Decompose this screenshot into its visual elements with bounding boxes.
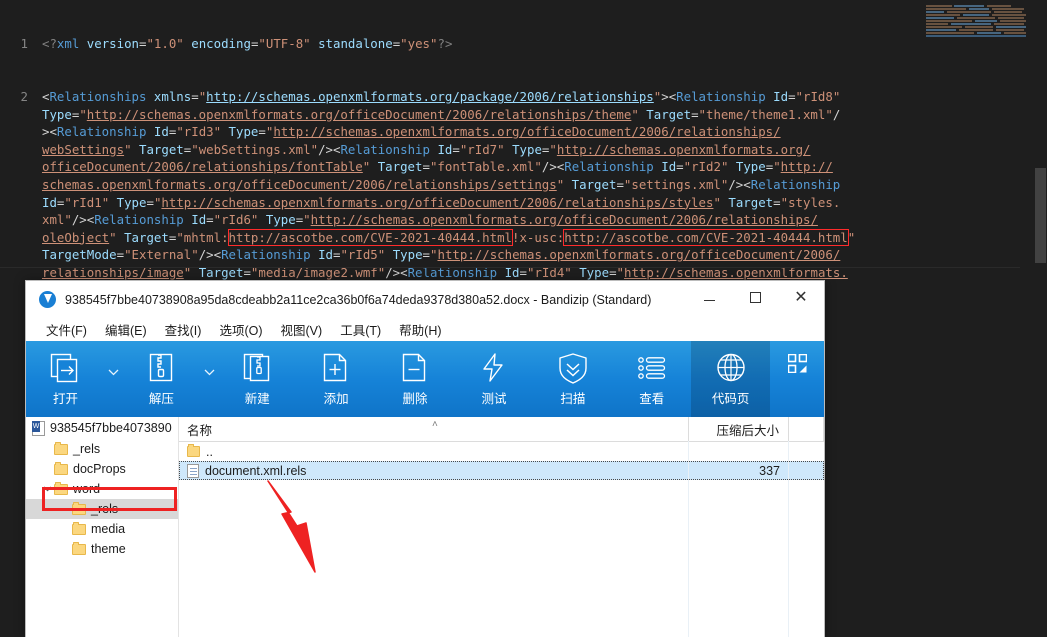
- toolbar-button-extract[interactable]: 解压: [122, 341, 201, 417]
- column-header-packed-size-label: 压缩后大小: [716, 423, 779, 438]
- close-icon: ✕: [794, 287, 808, 306]
- menu-view[interactable]: 视图(V): [273, 318, 331, 341]
- toolbar: 打开 解压 新建 添加 删除 测试 扫描 查看 代码页: [26, 341, 824, 417]
- menu-edit[interactable]: 编辑(E): [97, 318, 155, 341]
- docx-file-icon: [32, 420, 45, 436]
- tree-item-media[interactable]: media: [26, 519, 178, 539]
- editor-bottom-divider: [0, 267, 1020, 268]
- editor-scrollbar-thumb[interactable]: [1035, 168, 1046, 263]
- maximize-icon: [749, 291, 761, 303]
- toolbar-button-view[interactable]: 查看: [612, 341, 691, 417]
- chevron-down-icon: [108, 369, 119, 375]
- tree-item-label: theme: [91, 542, 126, 556]
- toolbar-label-test: 测试: [481, 392, 507, 406]
- tree-item-rels-root[interactable]: _rels: [26, 439, 178, 459]
- folder-icon: [72, 521, 86, 535]
- line-number: 1: [20, 36, 28, 52]
- highlighted-url-2: http://ascotbe.com/CVE-2021-40444.html: [563, 228, 849, 246]
- tree-root-label: 938545f7bbe4073890: [50, 421, 172, 435]
- column-header-packed-size[interactable]: 压缩后大小: [689, 417, 789, 441]
- chevron-down-icon: [204, 369, 215, 375]
- toolbar-label-scan: 扫描: [560, 392, 586, 406]
- menu-file[interactable]: 文件(F): [38, 318, 95, 341]
- folder-icon: [54, 461, 68, 475]
- test-icon: [483, 353, 503, 382]
- highlighted-url-1: http://ascotbe.com/CVE-2021-40444.html: [227, 228, 514, 246]
- folder-icon: [187, 444, 200, 457]
- list-item-label: ..: [206, 444, 213, 459]
- toolbar-label-extract: 解压: [148, 392, 174, 406]
- toolbar-button-test[interactable]: 测试: [455, 341, 534, 417]
- tree-item-theme[interactable]: theme: [26, 539, 178, 559]
- toolbar-label-open: 打开: [52, 392, 78, 406]
- code-row: 1 <?xml version="1.0" encoding="UTF-8" s…: [0, 35, 1020, 53]
- list-item-document-xml-rels[interactable]: document.xml.rels 337: [179, 461, 824, 480]
- list-item-label: document.xml.rels: [205, 463, 307, 478]
- open-icon: [51, 353, 78, 383]
- list-item-parent-folder[interactable]: ..: [179, 442, 824, 461]
- view-list-icon: [637, 357, 665, 379]
- window-title: 938545f7bbe40738908a95da8cdeabb2a11ce2ca…: [65, 292, 652, 307]
- menu-find[interactable]: 查找(I): [157, 318, 210, 341]
- menu-tools[interactable]: 工具(T): [332, 318, 389, 341]
- column-header-name[interactable]: 名称 ˄: [179, 417, 689, 441]
- menu-options[interactable]: 选项(O): [211, 318, 270, 341]
- folder-icon: [72, 541, 86, 555]
- tree-item-label: docProps: [73, 462, 126, 476]
- bandizip-window: 938545f7bbe40738908a95da8cdeabb2a11ce2ca…: [25, 280, 825, 637]
- toolbar-button-codepage[interactable]: 代码页: [691, 341, 771, 417]
- toolbar-label-view: 查看: [639, 392, 665, 406]
- toolbar-button-new[interactable]: 新建: [218, 341, 297, 417]
- tree-item-label: media: [91, 522, 126, 536]
- close-button[interactable]: ✕: [778, 281, 824, 313]
- menubar: 文件(F) 编辑(E) 查找(I) 选项(O) 视图(V) 工具(T) 帮助(H…: [26, 318, 824, 341]
- toolbar-button-open[interactable]: 打开: [26, 341, 105, 417]
- add-file-icon: [323, 353, 347, 382]
- xml-code-area[interactable]: 1 <?xml version="1.0" encoding="UTF-8" s…: [0, 0, 1020, 299]
- tree-root-item[interactable]: 938545f7bbe4073890: [26, 417, 178, 439]
- menu-help[interactable]: 帮助(H): [391, 318, 449, 341]
- file-list-header[interactable]: 名称 ˄ 压缩后大小: [179, 417, 824, 442]
- xml-file-icon: [187, 463, 199, 478]
- toolbar-label-delete: 删除: [402, 392, 428, 406]
- line-number: 2: [20, 88, 28, 104]
- toolbar-label-add: 添加: [323, 392, 349, 406]
- tree-item-label: _rels: [73, 442, 101, 456]
- window-content: 938545f7bbe4073890 _rels docProps word _…: [26, 417, 824, 637]
- file-list[interactable]: 名称 ˄ 压缩后大小 .. document.xml.rels 337: [179, 417, 824, 637]
- code-line-1: <?xml version="1.0" encoding="UTF-8" sta…: [42, 36, 453, 52]
- column-header-name-label: 名称: [187, 423, 213, 438]
- maximize-button[interactable]: [732, 281, 778, 313]
- new-archive-icon: [244, 353, 270, 382]
- extract-icon: [150, 353, 173, 382]
- tree-item-docprops[interactable]: docProps: [26, 459, 178, 479]
- tree-selection-highlight-box: [42, 487, 177, 511]
- minimize-icon: [703, 300, 715, 301]
- folder-tree[interactable]: 938545f7bbe4073890 _rels docProps word _…: [26, 417, 179, 637]
- window-titlebar[interactable]: 938545f7bbe40738908a95da8cdeabb2a11ce2ca…: [26, 281, 824, 318]
- open-dropdown-caret[interactable]: [105, 341, 122, 417]
- toolbar-layout-button[interactable]: [770, 341, 824, 417]
- scan-shield-icon: [559, 353, 587, 384]
- toolbar-button-scan[interactable]: 扫描: [533, 341, 612, 417]
- extract-dropdown-caret[interactable]: [201, 341, 218, 417]
- folder-icon: [54, 441, 68, 455]
- list-item-size-cell: 337: [759, 463, 780, 478]
- bandizip-icon: [39, 291, 56, 308]
- minimize-button[interactable]: [686, 281, 732, 313]
- toolbar-label-new: 新建: [244, 392, 270, 406]
- globe-icon: [716, 353, 745, 382]
- column-header-filler: [789, 417, 824, 441]
- layout-grid-icon: [787, 354, 807, 373]
- minimap-icon[interactable]: [924, 4, 1034, 52]
- editor-scrollbar-track[interactable]: [1034, 0, 1047, 268]
- toolbar-button-add[interactable]: 添加: [297, 341, 376, 417]
- delete-file-icon: [402, 353, 426, 382]
- list-item-name-cell: document.xml.rels: [179, 463, 689, 478]
- toolbar-button-delete[interactable]: 删除: [376, 341, 455, 417]
- toolbar-label-codepage: 代码页: [711, 392, 750, 406]
- sort-ascending-icon: ˄: [432, 419, 438, 430]
- list-item-name-cell: ..: [179, 444, 689, 459]
